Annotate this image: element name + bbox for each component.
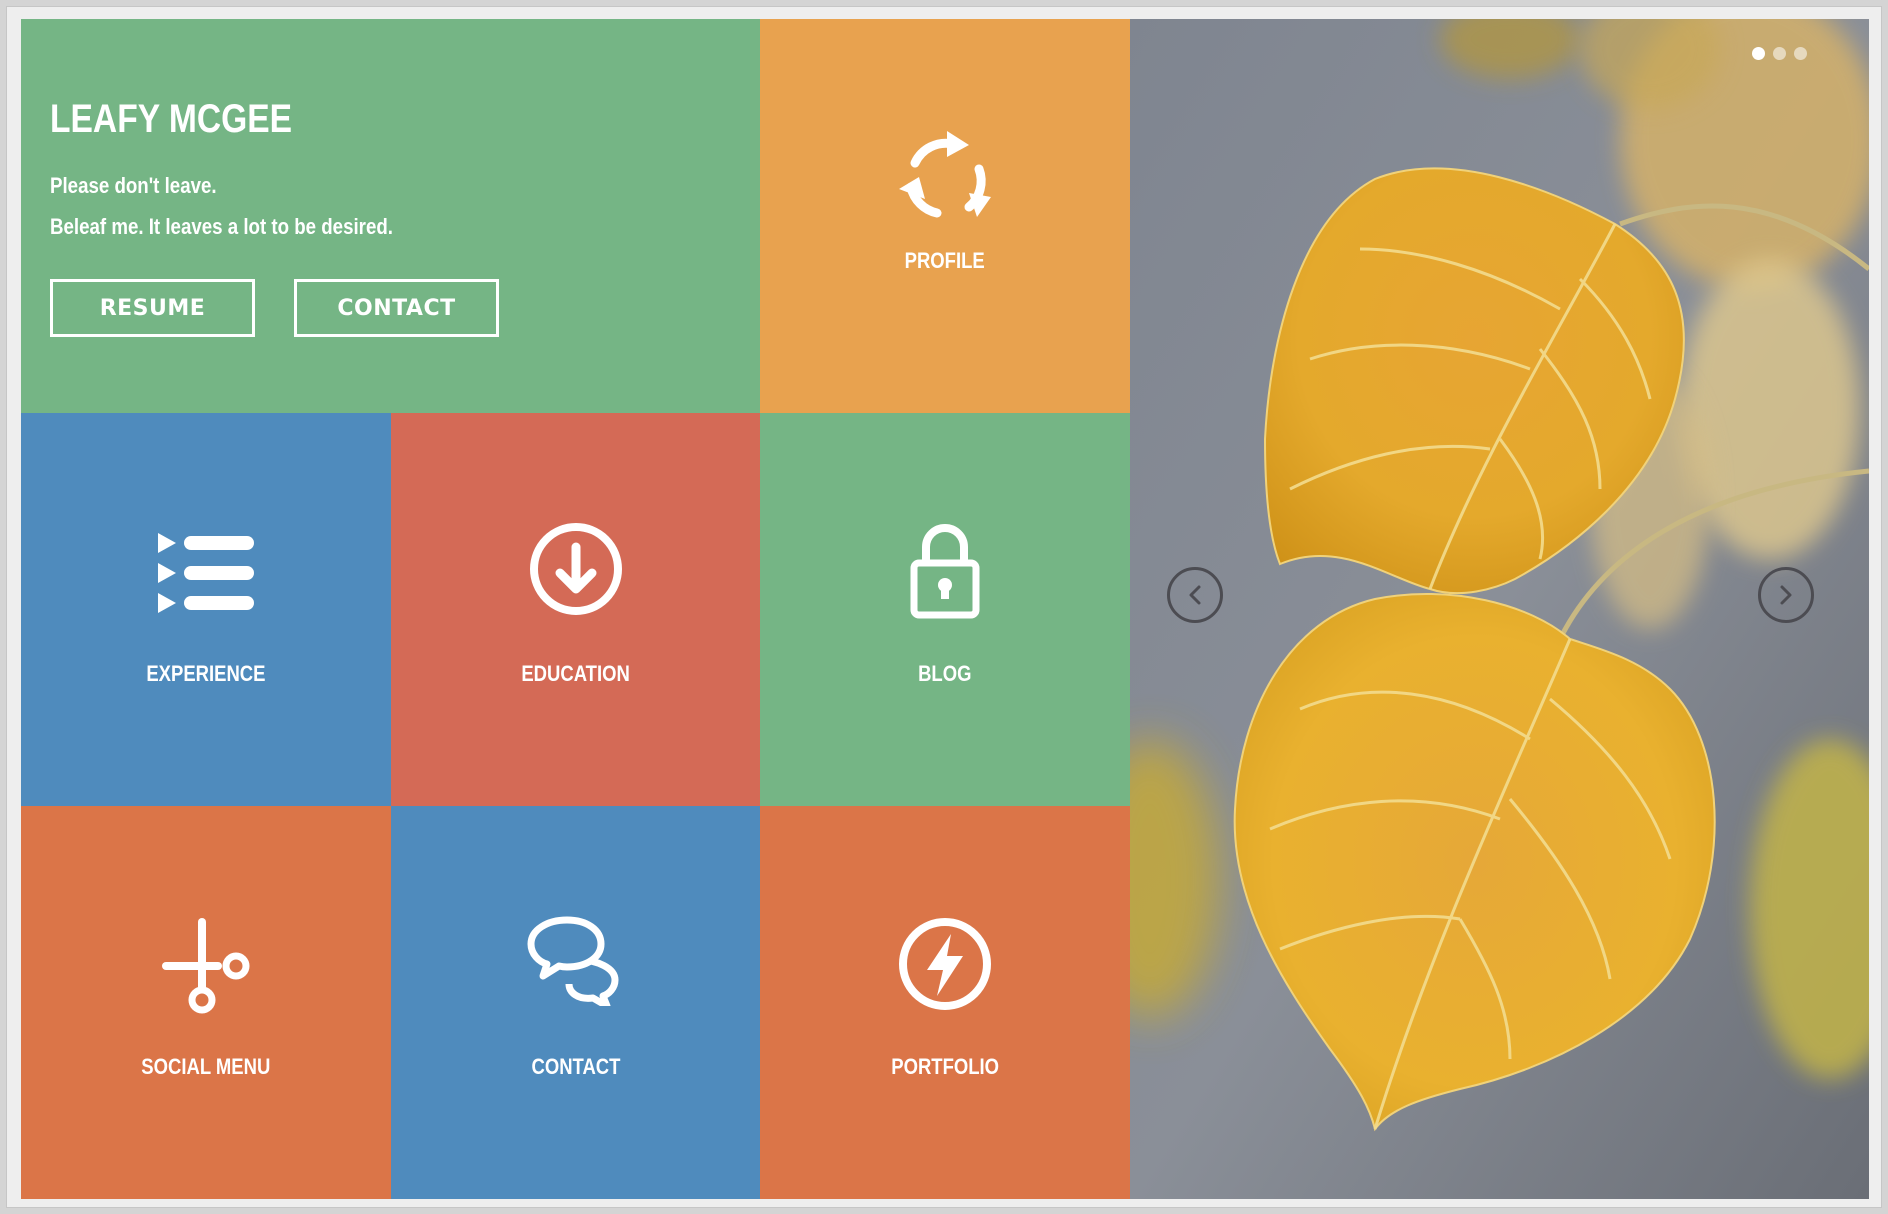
page: LEAFY MCGEE Please don't leave. Beleaf m… [21, 19, 1869, 1199]
tile-label: PORTFOLIO [891, 1054, 999, 1079]
tile-label: CONTACT [531, 1054, 620, 1079]
tile-blog[interactable]: BLOG [760, 413, 1130, 806]
slider-dot[interactable] [1773, 47, 1786, 60]
slider-dot[interactable] [1794, 47, 1807, 60]
bolt-icon [899, 918, 991, 1010]
tile-label: SOCIAL MENU [141, 1054, 271, 1079]
tile-profile[interactable]: PROFILE [760, 19, 1130, 413]
tile-label: EXPERIENCE [146, 661, 266, 686]
tile-contact[interactable]: CONTACT [391, 806, 760, 1199]
tile-portfolio[interactable]: PORTFOLIO [760, 806, 1130, 1199]
download-icon [529, 523, 622, 615]
chat-icon [527, 916, 618, 1006]
tile-social-menu[interactable]: SOCIAL MENU [21, 806, 391, 1199]
hero-tile: LEAFY MCGEE Please don't leave. Beleaf m… [21, 19, 760, 413]
slide-image [1130, 19, 1869, 1199]
tagline-2: Beleaf me. It leaves a lot to be desired… [50, 214, 393, 239]
tile-label: EDUCATION [521, 661, 630, 686]
slider-dot[interactable] [1752, 47, 1765, 60]
page-title: LEAFY MCGEE [50, 97, 293, 141]
tagline-1: Please don't leave. [50, 173, 217, 198]
slider-next-button[interactable] [1758, 567, 1814, 623]
chevron-right-icon [1780, 585, 1792, 605]
slider-prev-button[interactable] [1167, 567, 1223, 623]
tile-label: PROFILE [904, 248, 986, 273]
image-slider [1130, 19, 1869, 1199]
lock-icon [910, 524, 980, 619]
list-icon [158, 533, 254, 613]
chevron-left-icon [1189, 585, 1201, 605]
contact-button[interactable]: CONTACT [294, 279, 499, 337]
tile-experience[interactable]: EXPERIENCE [21, 413, 391, 806]
resume-button[interactable]: RESUME [50, 279, 255, 337]
slider-dots [1752, 47, 1807, 60]
scissors-icon [162, 918, 250, 1014]
tile-education[interactable]: EDUCATION [391, 413, 760, 806]
refresh-icon [899, 131, 991, 218]
tile-label: BLOG [918, 661, 972, 686]
